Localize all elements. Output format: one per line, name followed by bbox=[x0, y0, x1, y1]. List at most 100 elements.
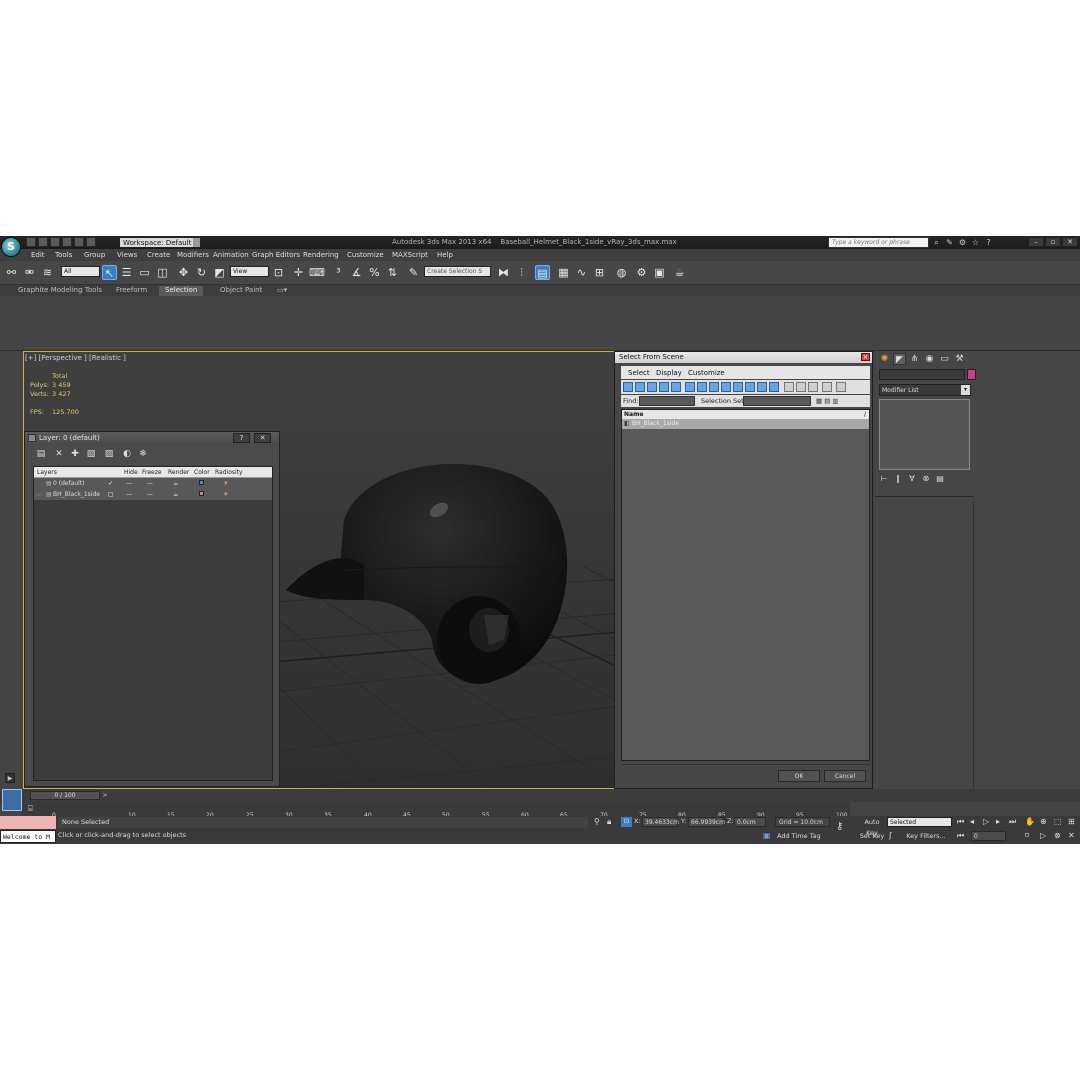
unlink-icon[interactable]: ⚮ bbox=[22, 265, 37, 280]
current-layer-box-icon[interactable]: ▢ bbox=[108, 491, 114, 498]
display-shapes-icon[interactable] bbox=[635, 382, 645, 392]
menu-customize[interactable]: Customize bbox=[688, 369, 725, 377]
find-input[interactable] bbox=[639, 396, 695, 406]
key-mode-dropdown[interactable]: Selected bbox=[887, 817, 952, 827]
display-invert-icon[interactable] bbox=[796, 382, 806, 392]
arc-rotate-icon[interactable]: ⊗ bbox=[1054, 831, 1061, 840]
spinner-snap-icon[interactable]: ⇅ bbox=[385, 265, 400, 280]
configure-modifier-sets-icon[interactable]: ▤ bbox=[935, 474, 945, 484]
menu-help[interactable]: Help bbox=[437, 251, 453, 259]
column-color[interactable]: Color bbox=[194, 469, 210, 476]
selection-lock-icon[interactable]: 🔒︎ bbox=[607, 817, 611, 827]
window-crossing-icon[interactable]: ◫ bbox=[155, 265, 170, 280]
layer-manager-icon[interactable]: ▤ bbox=[535, 265, 550, 280]
time-slider[interactable]: 0 / 100 bbox=[30, 791, 100, 800]
close-button[interactable]: ✕ bbox=[254, 433, 271, 443]
display-hidden-icon[interactable] bbox=[757, 382, 767, 392]
menu-display[interactable]: Display bbox=[656, 369, 682, 377]
reference-coordinate-dropdown[interactable]: View bbox=[230, 266, 269, 277]
subscription-icon[interactable]: ✎ bbox=[945, 238, 954, 247]
layer-name[interactable]: BH_Black_1side bbox=[53, 491, 100, 498]
select-object-icon[interactable]: ↖ bbox=[102, 265, 117, 280]
layer-name[interactable]: 0 (default) bbox=[53, 480, 85, 487]
auto-key-button[interactable]: Auto Key bbox=[858, 817, 886, 837]
tab-freeform[interactable]: Freeform bbox=[110, 286, 153, 296]
radiosity-icon[interactable]: ☀ bbox=[223, 480, 228, 487]
baseball-helmet-model[interactable] bbox=[284, 450, 584, 690]
time-tag-icon[interactable]: ▣ bbox=[763, 831, 771, 840]
keyboard-shortcut-override-icon[interactable]: ⌨ bbox=[309, 265, 325, 280]
select-and-move-icon[interactable]: ✥ bbox=[176, 265, 191, 280]
name-column-header[interactable]: Name / bbox=[622, 410, 869, 419]
favorites-star-icon[interactable]: ☆ bbox=[971, 238, 980, 247]
column-render[interactable]: Render bbox=[168, 469, 189, 476]
freeze-all-layers-icon[interactable]: ❄ bbox=[137, 448, 149, 460]
infocenter-search-input[interactable]: Type a keyword or phrase bbox=[828, 237, 929, 248]
delete-layer-icon[interactable]: ✕ bbox=[53, 448, 65, 460]
teapot-render-icon[interactable]: ☕ bbox=[173, 480, 178, 487]
application-button[interactable]: S bbox=[1, 237, 21, 257]
select-manipulate-icon[interactable]: ✛ bbox=[291, 265, 306, 280]
current-frame-field[interactable]: 0 bbox=[971, 831, 1006, 841]
play-arrow-icon[interactable]: ▶ bbox=[5, 773, 15, 783]
selection-filter-dropdown[interactable]: All bbox=[61, 266, 100, 277]
material-editor-icon[interactable]: ◍ bbox=[614, 265, 629, 280]
angle-snap-icon[interactable]: ∡ bbox=[349, 265, 364, 280]
isolate-selection-icon[interactable]: ⚲ bbox=[594, 817, 600, 826]
pivot-center-icon[interactable]: ⊡ bbox=[271, 265, 286, 280]
go-to-end-icon[interactable]: ⏭ bbox=[1009, 817, 1016, 827]
options-filter-icon[interactable] bbox=[836, 382, 846, 392]
create-tab-icon[interactable]: ✺ bbox=[878, 353, 891, 365]
maxscript-mini-listener-pink[interactable] bbox=[0, 816, 56, 829]
maximize-viewport-icon[interactable]: ✕ bbox=[1068, 831, 1075, 840]
tab-object-paint[interactable]: Object Paint bbox=[214, 286, 268, 296]
redo-icon[interactable] bbox=[74, 237, 84, 247]
display-all-icon[interactable] bbox=[769, 382, 779, 392]
menu-group[interactable]: Group bbox=[84, 251, 105, 259]
default-in-out-tangent-icon[interactable]: ʃ bbox=[889, 831, 892, 840]
layer-color-swatch[interactable] bbox=[199, 480, 204, 485]
menu-modifiers[interactable]: Modifiers bbox=[177, 251, 209, 259]
display-groups-icon[interactable] bbox=[697, 382, 707, 392]
display-lights-icon[interactable] bbox=[647, 382, 657, 392]
ribbon-options-icon[interactable]: ▭▾ bbox=[277, 286, 287, 296]
set-key-button[interactable]: Set Key bbox=[858, 831, 886, 842]
layer-freeze-toggle[interactable]: — bbox=[147, 491, 153, 498]
percent-snap-icon[interactable]: % bbox=[367, 265, 382, 280]
orbit-icon[interactable]: ⊕ bbox=[1040, 817, 1047, 826]
display-containers-icon[interactable] bbox=[733, 382, 743, 392]
sync-selection-icon[interactable] bbox=[808, 382, 818, 392]
display-frozen-icon[interactable] bbox=[745, 382, 755, 392]
maxscript-mini-listener[interactable]: Welcome to M bbox=[0, 830, 56, 843]
project-folder-icon[interactable] bbox=[86, 237, 96, 247]
hide-all-layers-icon[interactable]: ◐ bbox=[121, 448, 133, 460]
table-row[interactable]: ▤ 0 (default) ✓ — — ☕ ☀ bbox=[34, 478, 272, 489]
add-to-layer-icon[interactable]: ✚ bbox=[69, 448, 81, 460]
previous-frame-icon[interactable]: ◂ bbox=[970, 817, 974, 826]
tab-selection[interactable]: Selection bbox=[159, 286, 204, 296]
menu-rendering[interactable]: Rendering bbox=[303, 251, 339, 259]
add-time-tag[interactable]: Add Time Tag bbox=[777, 832, 821, 840]
key-filters-button[interactable]: Key Filters... bbox=[901, 831, 951, 842]
object-color-swatch[interactable] bbox=[967, 369, 976, 380]
menu-customize[interactable]: Customize bbox=[347, 251, 384, 259]
menu-graph-editors[interactable]: Graph Editors bbox=[252, 251, 300, 259]
go-to-start-icon[interactable]: ⏮ bbox=[957, 817, 964, 827]
display-geometry-icon[interactable] bbox=[623, 382, 633, 392]
selection-set-icons[interactable]: ▦ ▤ ▥ bbox=[816, 397, 839, 405]
align-icon[interactable]: ⫶ bbox=[514, 265, 529, 280]
next-frame-arrow-icon[interactable]: > bbox=[100, 791, 110, 800]
link-icon[interactable]: ⚯ bbox=[4, 265, 19, 280]
layer-dialog-titlebar[interactable]: Layer: 0 (default) ? ✕ bbox=[25, 432, 279, 444]
close-icon[interactable]: ✕ bbox=[861, 353, 870, 361]
column-layers[interactable]: Layers bbox=[37, 469, 57, 476]
display-cameras-icon[interactable] bbox=[659, 382, 669, 392]
select-and-rotate-icon[interactable]: ↻ bbox=[194, 265, 209, 280]
radiosity-icon[interactable]: ☀ bbox=[223, 491, 228, 498]
ok-button[interactable]: OK bbox=[778, 770, 820, 782]
render-setup-icon[interactable]: ⚙ bbox=[634, 265, 649, 280]
list-item[interactable]: ◧ BH_Black_1side bbox=[622, 419, 869, 429]
show-end-result-icon[interactable]: ‖ bbox=[893, 474, 903, 484]
help-icon[interactable]: ? bbox=[984, 238, 993, 247]
help-button[interactable]: ? bbox=[233, 433, 250, 443]
